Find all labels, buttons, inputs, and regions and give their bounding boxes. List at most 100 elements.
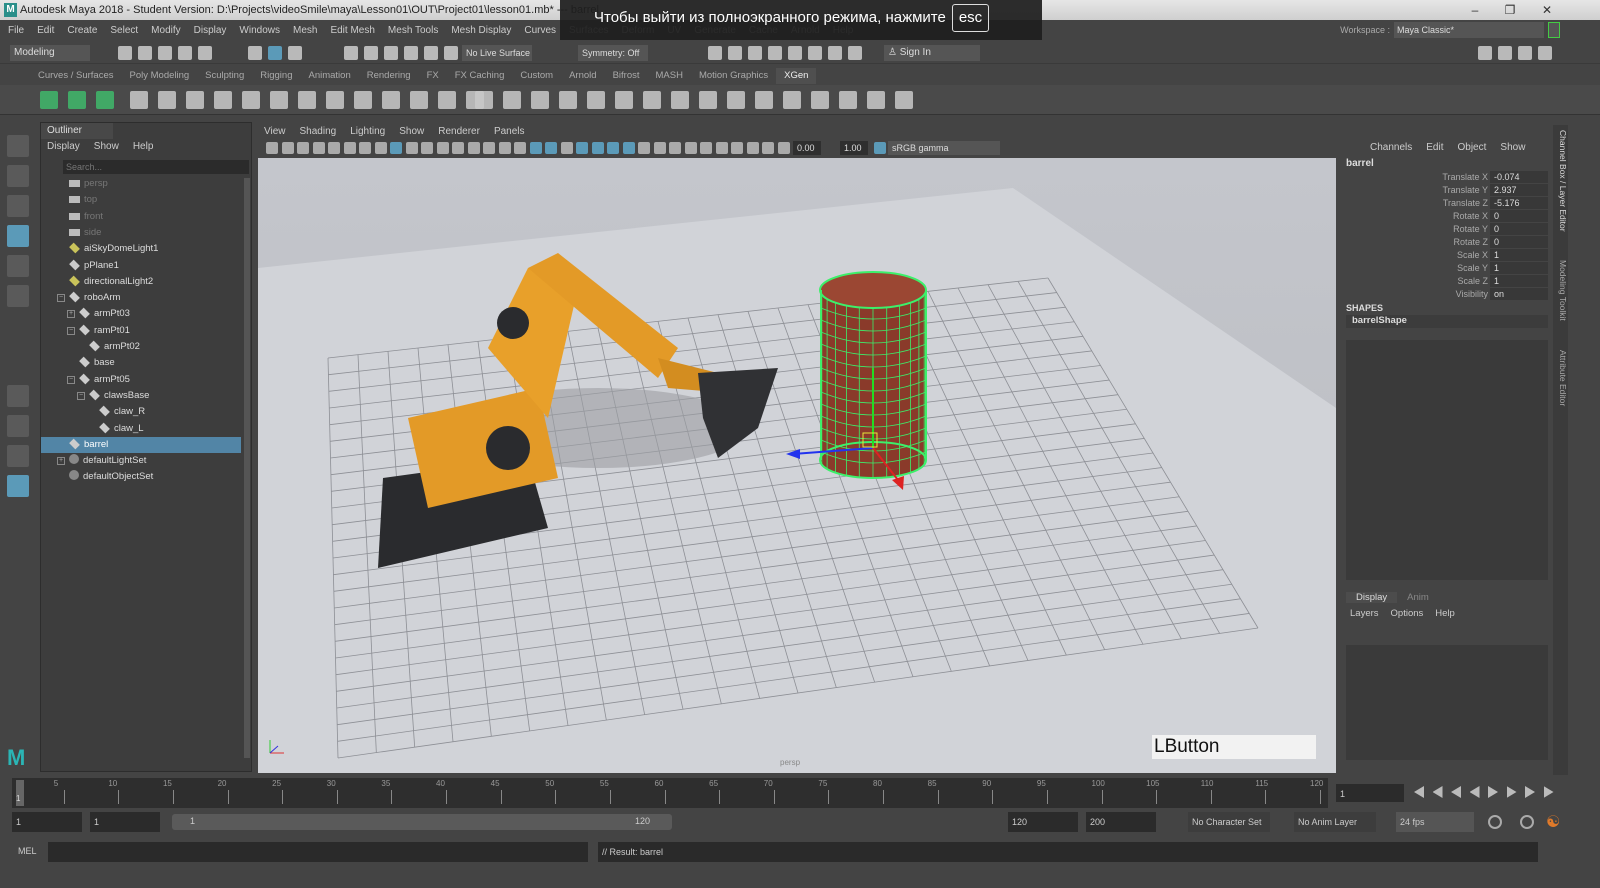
xgen-shelf-tool-icon[interactable]	[214, 91, 232, 109]
outliner-item[interactable]: defaultObjectSet	[41, 469, 241, 485]
xgen-shelf-tool-icon[interactable]	[298, 91, 316, 109]
channel-row[interactable]: Scale Y1	[1342, 262, 1552, 275]
menu-display[interactable]: Display	[194, 25, 227, 36]
status-tool-icon[interactable]	[178, 46, 192, 60]
object-menu[interactable]: Object	[1458, 142, 1487, 153]
close-button[interactable]: ✕	[1532, 0, 1562, 20]
channel-value[interactable]: 2.937	[1490, 184, 1548, 196]
xgen-shelf-tool-icon[interactable]	[354, 91, 372, 109]
xgen-shelf-tool-icon[interactable]	[839, 91, 857, 109]
range-slider[interactable]: 1 120	[172, 814, 672, 830]
outliner-item[interactable]: side	[41, 225, 241, 241]
viewport-menu-panels[interactable]: Panels	[494, 124, 525, 140]
channel-row[interactable]: Rotate Y0	[1342, 223, 1552, 236]
shelf-tab-curves-surfaces[interactable]: Curves / Surfaces	[30, 68, 122, 84]
xgen-shelf-tool-icon[interactable]	[326, 91, 344, 109]
shelf-tab-fx-caching[interactable]: FX Caching	[447, 68, 513, 84]
xgen-shelf-tool-icon[interactable]	[615, 91, 633, 109]
viewport-tool-icon[interactable]	[576, 142, 588, 154]
viewport-tool-icon[interactable]	[684, 142, 697, 154]
layers-menu[interactable]: Layers	[1350, 608, 1379, 619]
viewport-tool-icon[interactable]	[529, 142, 542, 154]
step-back-frame-icon[interactable]	[1451, 786, 1461, 798]
channel-value[interactable]: 1	[1490, 262, 1548, 274]
xgen-shelf-tool-icon[interactable]	[671, 91, 689, 109]
start-time-field[interactable]: 1	[12, 812, 82, 832]
side-tab-attribute-editor[interactable]: Attribute Editor	[1553, 350, 1568, 406]
status-tool-icon[interactable]	[288, 46, 302, 60]
end-time-field[interactable]: 200	[1086, 812, 1156, 832]
shelf-tab-mash[interactable]: MASH	[648, 68, 691, 84]
status-tool-icon[interactable]	[384, 46, 398, 60]
xgen-shelf-tool-icon[interactable]	[270, 91, 288, 109]
viewport-tool-icon[interactable]	[669, 142, 681, 154]
anim-layer-dropdown[interactable]: No Anim Layer	[1294, 812, 1376, 832]
status-tool-icon[interactable]	[198, 46, 212, 60]
xgen-shelf-tool-icon[interactable]	[186, 91, 204, 109]
shelf-tab-sculpting[interactable]: Sculpting	[197, 68, 252, 84]
side-tab-channel-box[interactable]: Channel Box / Layer Editor	[1553, 130, 1568, 232]
viewport-tool-icon[interactable]	[560, 142, 573, 154]
shelf-tab-poly-modeling[interactable]: Poly Modeling	[122, 68, 198, 84]
expand-toggle-icon[interactable]: −	[57, 294, 65, 303]
viewport-tool-icon[interactable]	[545, 142, 557, 154]
current-frame-field[interactable]: 1	[1336, 784, 1404, 802]
shape-name[interactable]: barrelShape	[1346, 315, 1548, 328]
workspace-selector[interactable]: Workspace : Maya Classic*	[1340, 22, 1560, 38]
loop-icon[interactable]	[1488, 815, 1502, 829]
play-backwards-icon[interactable]	[1469, 786, 1480, 798]
panel-toggle-icon[interactable]	[1498, 46, 1512, 60]
viewport-tool-icon[interactable]	[483, 142, 495, 154]
edit-menu[interactable]: Edit	[1426, 142, 1443, 153]
xgen-shelf-tool-icon[interactable]	[130, 91, 148, 109]
color-management-toggle-icon[interactable]	[874, 142, 886, 154]
outliner-item[interactable]: aiSkyDomeLight1	[41, 241, 241, 257]
xgen-shelf-tool-icon[interactable]	[643, 91, 661, 109]
status-tool-icon[interactable]	[828, 46, 842, 60]
expand-toggle-icon[interactable]: +	[57, 457, 65, 466]
outliner-item[interactable]: + armPt03	[41, 306, 241, 322]
tab-anim[interactable]: Anim	[1397, 592, 1439, 603]
xgen-shelf-tool-icon[interactable]	[382, 91, 400, 109]
xgen-shelf-tool-icon[interactable]	[438, 91, 456, 109]
live-surface-field[interactable]: No Live Surface	[462, 45, 532, 61]
status-tool-icon[interactable]	[138, 46, 152, 60]
status-tool-icon[interactable]	[424, 46, 438, 60]
viewport-tool-icon[interactable]	[297, 142, 309, 154]
menu-file[interactable]: File	[8, 25, 24, 36]
viewport-tool-icon[interactable]	[312, 142, 325, 154]
play-forwards-icon[interactable]	[1488, 786, 1498, 798]
symmetry-dropdown[interactable]: Symmetry: Off	[578, 45, 648, 61]
viewport-menu-shading[interactable]: Shading	[300, 124, 337, 140]
xgen-shelf-tool-icon[interactable]	[158, 91, 176, 109]
outliner-scrollbar[interactable]	[244, 178, 250, 758]
mode-dropdown[interactable]: Modeling	[10, 45, 90, 61]
outliner-tab[interactable]: Outliner	[41, 123, 113, 139]
viewport-tool-icon[interactable]	[374, 142, 387, 154]
outliner-item[interactable]: claw_L	[41, 421, 241, 437]
viewport-tool-icon[interactable]	[281, 142, 294, 154]
expand-toggle-icon[interactable]: −	[67, 375, 75, 384]
status-tool-icon[interactable]	[808, 46, 822, 60]
xgen-shelf-tool-icon[interactable]	[96, 91, 114, 109]
minimize-button[interactable]: –	[1460, 0, 1490, 20]
xgen-shelf-tool-icon[interactable]	[867, 91, 885, 109]
expand-toggle-icon[interactable]: +	[67, 310, 75, 319]
viewport-menu-show[interactable]: Show	[399, 124, 424, 140]
shelf-tab-xgen[interactable]: XGen	[776, 68, 817, 84]
paint-select-tool-icon[interactable]	[7, 195, 29, 217]
move-tool-icon[interactable]	[7, 225, 29, 247]
channel-value[interactable]: 1	[1490, 249, 1548, 261]
viewport-tool-icon[interactable]	[777, 142, 790, 154]
outliner-item[interactable]: − armPt05	[41, 372, 241, 388]
outliner-menu-help[interactable]: Help	[133, 141, 154, 152]
outliner-item[interactable]: claw_R	[41, 404, 241, 420]
channel-value[interactable]: 0	[1490, 236, 1548, 248]
menu-select[interactable]: Select	[110, 25, 138, 36]
options-menu[interactable]: Options	[1391, 608, 1424, 619]
character-set-dropdown[interactable]: No Character Set	[1188, 812, 1270, 832]
menu-edit[interactable]: Edit	[37, 25, 54, 36]
viewport-menu-lighting[interactable]: Lighting	[350, 124, 385, 140]
rotate-tool-icon[interactable]	[7, 255, 29, 277]
outliner-item[interactable]: base	[41, 355, 241, 371]
